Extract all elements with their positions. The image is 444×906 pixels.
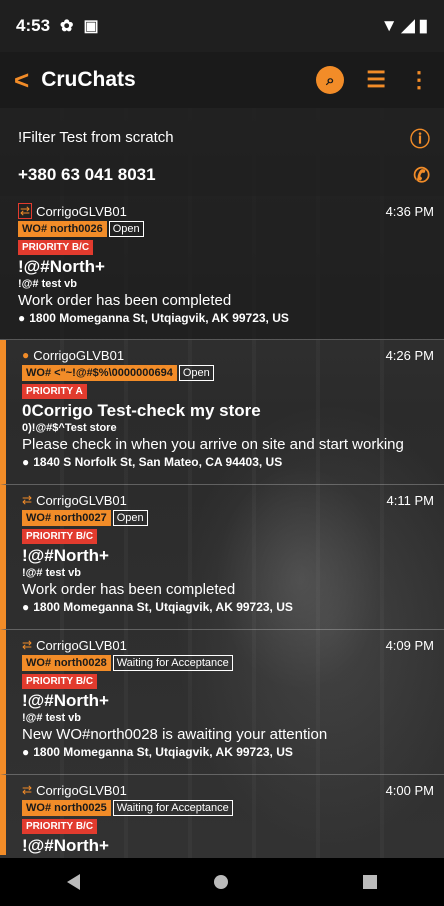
- sender: CorrigoGLVB01: [33, 347, 125, 363]
- message-text: Please check in when you arrive on site …: [22, 436, 404, 453]
- system-nav-bar: [0, 858, 444, 906]
- gear-icon: ✿: [60, 18, 74, 35]
- message-card[interactable]: ● CorrigoGLVB01 4:26 PM WO# <"~!@#$%\000…: [0, 340, 444, 485]
- message-address: 1800 Momeganna St, Utqiagvik, AK 99723, …: [29, 311, 289, 325]
- chat-info-panel: !Filter Test from scratch ⓘ +380 63 041 …: [0, 108, 444, 196]
- message-card[interactable]: ⇄ CorrigoGLVB01 4:36 PM WO# north0026 Op…: [0, 196, 444, 340]
- nav-recents-icon[interactable]: [362, 875, 377, 889]
- sender: CorrigoGLVB01: [36, 782, 127, 798]
- message-title: !@#North+: [22, 836, 109, 855]
- alert-icon: ●: [22, 348, 30, 362]
- status-time: 4:53: [16, 16, 51, 35]
- message-address: 1840 S Norfolk St, San Mateo, CA 94403, …: [33, 455, 283, 469]
- wo-number: WO# <"~!@#$%\0000000694: [22, 365, 177, 381]
- sender: CorrigoGLVB01: [36, 637, 127, 653]
- filter-icon[interactable]: ☰: [366, 67, 386, 93]
- message-title: !@#North+: [18, 257, 105, 276]
- message-address: 1800 Momeganna St, Utqiagvik, AK 99723, …: [33, 600, 293, 614]
- message-time: 4:11 PM: [386, 492, 434, 508]
- status-bar: 4:53 ✿ ▣ ▼ ◢ ▮: [0, 0, 444, 52]
- wo-status: Open: [108, 221, 144, 237]
- sim-icon: ▣: [83, 18, 99, 35]
- message-subtitle: !@# test vb: [22, 712, 82, 724]
- wo-status: Open: [178, 365, 214, 381]
- wo-number: WO# north0027: [22, 510, 111, 526]
- message-text: Work order has been completed: [22, 581, 236, 598]
- phone-icon[interactable]: ✆: [413, 163, 430, 188]
- battery-icon: ▮: [418, 16, 428, 35]
- location-pin-icon: ●: [22, 745, 30, 759]
- sender: CorrigoGLVB01: [36, 492, 127, 508]
- wo-number: WO# north0028: [22, 655, 111, 671]
- signal-icon: ◢: [401, 16, 415, 35]
- wo-number: WO# north0025: [22, 800, 111, 816]
- back-button[interactable]: <: [14, 65, 29, 96]
- message-time: 4:36 PM: [385, 203, 434, 219]
- location-pin-icon: ●: [18, 311, 26, 325]
- info-icon[interactable]: ⓘ: [410, 123, 430, 152]
- wo-number: WO# north0026: [18, 221, 107, 237]
- message-text: New WO#north0028 is awaiting your attent…: [22, 726, 328, 743]
- message-subtitle: !@# test vb: [18, 278, 78, 290]
- phone-number: +380 63 041 8031: [18, 165, 156, 184]
- sender: CorrigoGLVB01: [36, 203, 127, 219]
- work-order-icon: ⇄: [18, 203, 33, 219]
- message-subtitle: !@# test vb: [22, 567, 82, 579]
- location-pin-icon: ●: [22, 455, 30, 469]
- priority-badge: PRIORITY B/C: [22, 529, 98, 544]
- nav-home-icon[interactable]: [214, 875, 229, 889]
- priority-badge: PRIORITY B/C: [22, 674, 98, 689]
- wo-status: Waiting for Acceptance: [112, 655, 233, 671]
- priority-badge: PRIORITY B/C: [18, 240, 94, 255]
- message-subtitle: 0)!@#$^Test store: [22, 422, 117, 434]
- filter-title: !Filter Test from scratch: [18, 128, 174, 146]
- message-card[interactable]: ⇄ CorrigoGLVB01 4:09 PM WO# north0028 Wa…: [0, 630, 444, 775]
- message-time: 4:00 PM: [385, 782, 434, 798]
- message-text: Work order has been completed: [18, 292, 232, 309]
- wo-status: Open: [112, 510, 148, 526]
- more-icon[interactable]: ⋮: [408, 69, 430, 91]
- work-order-icon: ⇄: [22, 783, 33, 797]
- app-bar: < CruChats ⌕ ☰ ⋮: [0, 52, 444, 108]
- priority-badge: PRIORITY A: [22, 384, 87, 399]
- message-title: !@#North+: [22, 546, 109, 565]
- message-title: !@#North+: [22, 691, 109, 710]
- wo-status: Waiting for Acceptance: [112, 800, 233, 816]
- search-icon[interactable]: ⌕: [316, 66, 345, 94]
- message-card[interactable]: ⇄ CorrigoGLVB01 4:11 PM WO# north0027 Op…: [0, 485, 444, 630]
- message-time: 4:09 PM: [385, 637, 434, 653]
- message-title: 0Corrigo Test-check my store: [22, 401, 261, 420]
- work-order-icon: ⇄: [22, 493, 33, 507]
- page-title: CruChats: [41, 68, 136, 91]
- message-card[interactable]: ⇄ CorrigoGLVB01 4:00 PM WO# north0025 Wa…: [0, 775, 444, 855]
- location-pin-icon: ●: [22, 600, 30, 614]
- message-list: ⇄ CorrigoGLVB01 4:36 PM WO# north0026 Op…: [0, 196, 444, 855]
- work-order-icon: ⇄: [22, 638, 33, 652]
- message-address: 1800 Momeganna St, Utqiagvik, AK 99723, …: [33, 745, 293, 759]
- wifi-icon: ▼: [380, 16, 398, 35]
- nav-back-icon[interactable]: [67, 874, 81, 890]
- priority-badge: PRIORITY B/C: [22, 819, 98, 834]
- message-time: 4:26 PM: [385, 347, 434, 363]
